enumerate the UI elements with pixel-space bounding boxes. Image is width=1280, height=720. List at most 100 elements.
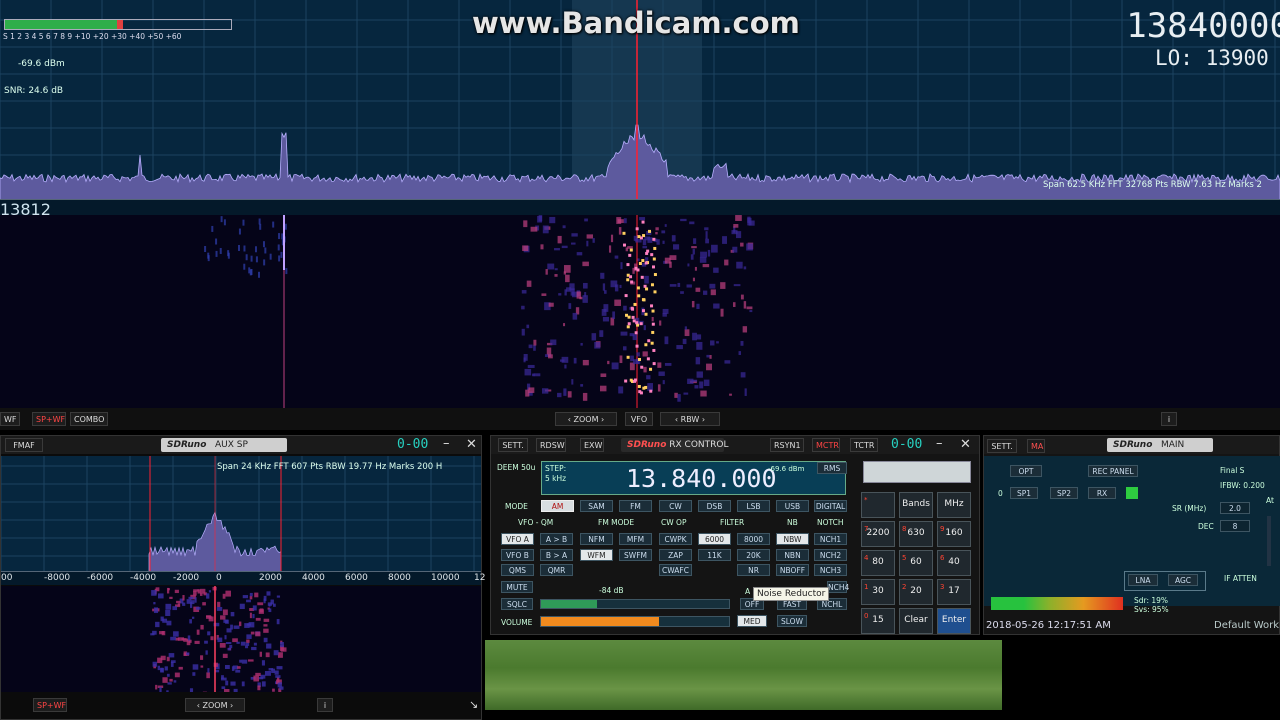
mode-cw-button[interactable]: CW [659, 500, 692, 512]
workspace-label[interactable]: Default Work [1214, 620, 1279, 631]
minimize-icon[interactable]: – [443, 436, 450, 451]
aux-info-button[interactable]: i [317, 698, 333, 712]
agc-button[interactable]: AGC [1168, 574, 1198, 586]
b-a-button[interactable]: B > A [540, 549, 573, 561]
sqlc-button[interactable]: SQLC [501, 598, 533, 610]
6000-button[interactable]: 6000 [698, 533, 731, 545]
squelch-slider[interactable] [540, 599, 730, 609]
volume-slider[interactable] [540, 616, 730, 627]
frequency-axis[interactable]: 1381213814138161381813820138221382413826… [0, 199, 1280, 215]
combo-button[interactable]: COMBO [70, 412, 108, 426]
keypad-60-key[interactable]: 5 60 [899, 550, 933, 576]
aux-axis[interactable]: 00 -8000 -6000 -4000 -2000 0 2000 4000 6000 8000 1… [1, 571, 485, 585]
cwpk-button[interactable]: CWPK [659, 533, 692, 545]
aux-spectrum[interactable]: Span 24 KHz FFT 607 Pts RBW 19.77 Hz Mar… [0, 456, 481, 575]
mfm-button[interactable]: MFM [619, 533, 652, 545]
vfo-b-button[interactable]: VFO B [501, 549, 534, 561]
mode-dsb-button[interactable]: DSB [698, 500, 731, 512]
keypad-80-key[interactable]: 4 80 [861, 550, 895, 576]
spwf-button[interactable]: SP+WF [32, 412, 66, 426]
a-b-button[interactable]: A > B [540, 533, 573, 545]
main-sett-button[interactable]: SETT. [987, 439, 1017, 453]
close-icon[interactable]: ✕ [466, 437, 477, 452]
rx-minimize-icon[interactable]: – [936, 436, 943, 451]
info-button[interactable]: i [1161, 412, 1177, 426]
opt-button[interactable]: OPT [1010, 465, 1042, 477]
nboff-button[interactable]: NBOFF [776, 564, 809, 576]
rx-sett-button[interactable]: SETT. [498, 438, 528, 452]
keypad-mhz-key[interactable]: MHz [937, 492, 971, 518]
rx-button[interactable]: RX [1088, 487, 1116, 499]
wfm-button[interactable]: WFM [580, 549, 613, 561]
mode-fm-button[interactable]: FM [619, 500, 652, 512]
vfo-a-button[interactable]: VFO A [501, 533, 534, 545]
exw-button[interactable]: EXW [580, 438, 604, 452]
rbw-control[interactable]: ‹ RBW › [660, 412, 720, 426]
mode-digital-button[interactable]: DIGITAL [814, 500, 847, 512]
tctr-button[interactable]: TCTR [850, 438, 878, 452]
ma-button[interactable]: MA [1027, 439, 1045, 453]
fmaf-button[interactable]: FMAF [5, 438, 43, 452]
nfm-button[interactable]: NFM [580, 533, 613, 545]
keypad-*-key[interactable]: * [861, 492, 895, 518]
keypad-17-key[interactable]: 3 17 [937, 579, 971, 605]
rdsw-button[interactable]: RDSW [536, 438, 566, 452]
rms-button[interactable]: RMS [817, 462, 847, 474]
aux-zoom-control[interactable]: ‹ ZOOM › [185, 698, 245, 712]
nr-button[interactable]: NR [737, 564, 770, 576]
deem-label[interactable]: DEEM 50u [497, 463, 535, 472]
nch4-button[interactable]: NCH4 [827, 581, 849, 593]
slow-button[interactable]: SLOW [777, 615, 807, 627]
qmr-button[interactable]: QMR [540, 564, 573, 576]
wf-button[interactable]: WF [0, 412, 20, 426]
nch2-button[interactable]: NCH2 [814, 549, 847, 561]
zoom-control[interactable]: ‹ ZOOM › [555, 412, 617, 426]
keypad-clear-key[interactable]: Clear [899, 608, 933, 634]
sp1-button[interactable]: SP1 [1010, 487, 1038, 499]
datetime: 2018-05-26 12:17:51 AM [986, 620, 1111, 631]
8000-button[interactable]: 8000 [737, 533, 770, 545]
nch1-button[interactable]: NCH1 [814, 533, 847, 545]
mode-lsb-button[interactable]: LSB [737, 500, 770, 512]
rx-close-icon[interactable]: ✕ [960, 437, 971, 452]
med-button[interactable]: MED [737, 615, 767, 627]
rec-panel-button[interactable]: REC PANEL [1088, 465, 1138, 477]
swfm-button[interactable]: SWFM [619, 549, 652, 561]
keypad-15-key[interactable]: 0 15 [861, 608, 895, 634]
nch3-button[interactable]: NCH3 [814, 564, 847, 576]
dec-select[interactable]: 8 [1220, 520, 1250, 532]
sp2-button[interactable]: SP2 [1050, 487, 1078, 499]
cwafc-button[interactable]: CWAFC [659, 564, 692, 576]
mode-am-button[interactable]: AM [541, 500, 574, 512]
main-spectrum[interactable]: S 1 2 3 4 5 6 7 8 9 +10 +20 +30 +40 +50 … [0, 0, 1280, 215]
keypad-enter-key[interactable]: Enter [937, 608, 971, 634]
keypad-30-key[interactable]: 1 30 [861, 579, 895, 605]
11k-button[interactable]: 11K [698, 549, 731, 561]
keypad-bands-key[interactable]: Bands [899, 492, 933, 518]
sr-select[interactable]: 2.0 [1220, 502, 1250, 514]
rsyn-button[interactable]: RSYN1 [770, 438, 804, 452]
20k-button[interactable]: 20K [737, 549, 770, 561]
nbw-button[interactable]: NBW [776, 533, 809, 545]
nbn-button[interactable]: NBN [776, 549, 809, 561]
frequency-lcd[interactable]: STEP: 5 kHz 13.840.000 -69.6 dBm [541, 461, 846, 495]
lna-button[interactable]: LNA [1128, 574, 1158, 586]
keypad-40-key[interactable]: 6 40 [937, 550, 971, 576]
zap-button[interactable]: ZAP [659, 549, 692, 561]
keypad-2200-key[interactable]: 7 2200 [861, 521, 895, 547]
keypad-160-key[interactable]: 9 160 [937, 521, 971, 547]
aux-spwf-button[interactable]: SP+WF [33, 698, 67, 712]
mute-button[interactable]: MUTE [501, 581, 533, 593]
main-waterfall[interactable] [0, 215, 1280, 408]
keypad-20-key[interactable]: 2 20 [899, 579, 933, 605]
qms-button[interactable]: QMS [501, 564, 534, 576]
keypad-630-key[interactable]: 8 630 [899, 521, 933, 547]
aux-waterfall[interactable] [1, 586, 481, 698]
resize-icon[interactable]: ↘ [469, 698, 478, 711]
mode-sam-button[interactable]: SAM [580, 500, 613, 512]
gain-slider[interactable] [1267, 516, 1271, 566]
rx-frequency[interactable]: 13.840.000 [626, 464, 777, 493]
vfo-button[interactable]: VFO [625, 412, 653, 426]
mctr-button[interactable]: MCTR [812, 438, 840, 452]
mode-usb-button[interactable]: USB [776, 500, 809, 512]
